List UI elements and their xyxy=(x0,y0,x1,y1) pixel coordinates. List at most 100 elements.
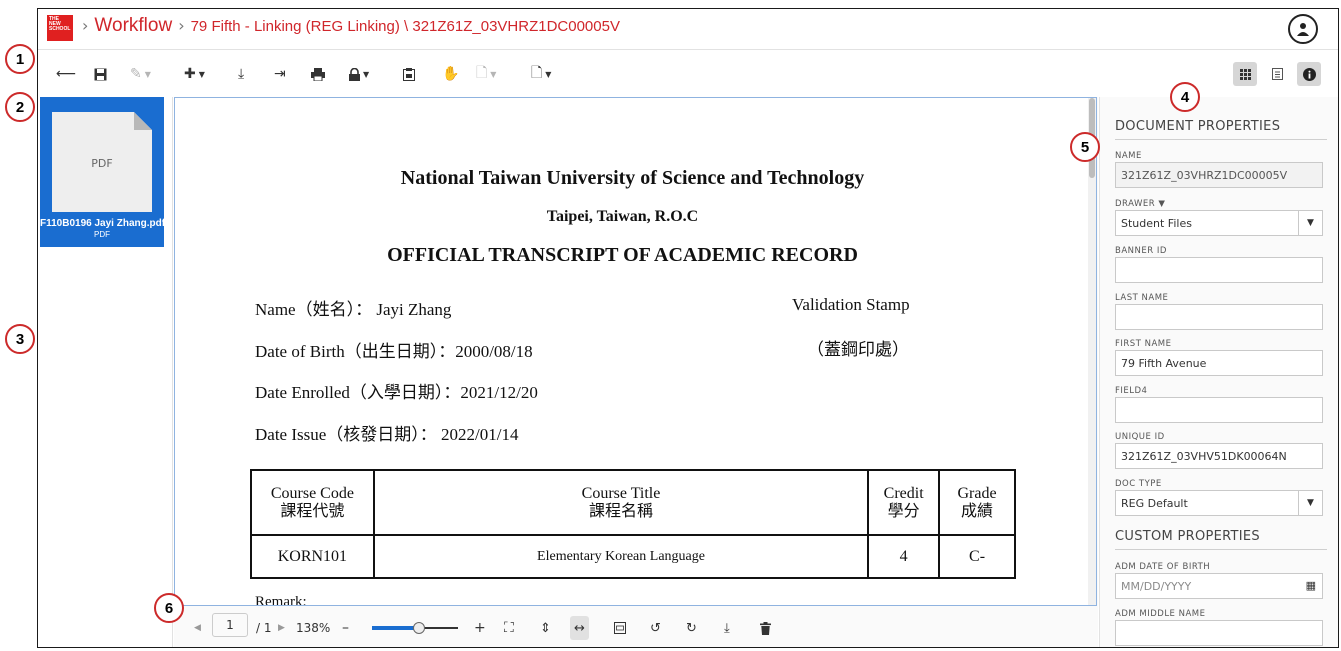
fit-page-icon[interactable]: ⛶ xyxy=(504,618,514,638)
header-bar: THE NEW SCHOOL › Workflow › 79 Fifth - L… xyxy=(38,9,1338,50)
thumbnail-panel: PDF F110B0196 Jayi Zhang.pdf PDF xyxy=(38,97,173,647)
adm-middle-name-label: ADM MIDDLE NAME xyxy=(1115,609,1206,619)
thumbnail-page-label: PDF xyxy=(91,157,113,170)
date-of-birth-line: Date of Birth（出生日期）：2000/08/18 xyxy=(255,342,533,361)
thumbnail-file-type: PDF xyxy=(94,230,110,239)
breadcrumb-document-path: 79 Fifth - Linking (REG Linking) \ 321Z6… xyxy=(190,18,620,35)
document-page[interactable]: National Taiwan University of Science an… xyxy=(174,97,1097,606)
rotate-left-icon[interactable]: ↺ xyxy=(650,618,661,638)
drawer-label[interactable]: DRAWER ▼ xyxy=(1115,199,1165,209)
fit-height-icon[interactable]: ⇕ xyxy=(540,618,551,638)
prev-page-icon[interactable]: ◀ xyxy=(194,618,201,638)
chevron-right-icon: › xyxy=(178,16,185,35)
adm-date-of-birth-label: ADM DATE OF BIRTH xyxy=(1115,562,1211,572)
validation-stamp-label-zh: （蓋鋼印處） xyxy=(807,340,909,359)
thumbnail-file-name: F110B0196 Jayi Zhang.pdf xyxy=(40,218,166,229)
new-page-icon[interactable]: 🗋 ▼ xyxy=(531,64,551,84)
university-name: National Taiwan University of Science an… xyxy=(400,167,865,189)
calendar-icon[interactable]: ▦ xyxy=(1306,579,1316,592)
zoom-slider[interactable] xyxy=(372,622,458,634)
properties-panel: DOCUMENT PROPERTIES NAME 321Z61Z_03VHRZ1… xyxy=(1099,97,1338,647)
app-window: THE NEW SCHOOL › Workflow › 79 Fifth - L… xyxy=(37,8,1339,648)
drawer-select[interactable]: Student Files ▼ xyxy=(1115,210,1323,236)
save-icon[interactable] xyxy=(94,64,107,84)
last-name-field[interactable] xyxy=(1115,304,1323,330)
doc-type-select[interactable]: REG Default ▼ xyxy=(1115,490,1323,516)
zoom-out-button[interactable]: – xyxy=(342,618,349,638)
caret-down-icon: ▼ xyxy=(1158,199,1166,209)
print-icon[interactable] xyxy=(311,64,325,84)
rotate-right-icon[interactable]: ↻ xyxy=(686,618,697,638)
callout-3: 3 xyxy=(5,324,35,354)
actual-size-icon[interactable] xyxy=(614,618,626,638)
banner-id-field[interactable] xyxy=(1115,257,1323,283)
callout-4: 4 xyxy=(1170,82,1200,112)
delete-icon[interactable] xyxy=(760,618,771,638)
unique-id-field[interactable]: 321Z61Z_03VHV51DK00064N xyxy=(1115,443,1323,469)
first-name-label: FIRST NAME xyxy=(1115,339,1172,349)
edit-icon[interactable]: ✎ ▼ xyxy=(130,64,151,84)
lock-icon[interactable]: ▼ xyxy=(349,64,369,84)
field4-field[interactable] xyxy=(1115,397,1323,423)
table-cell: Elementary Korean Language xyxy=(372,534,870,579)
page-insert-icon[interactable]: 🗋 ▼ xyxy=(476,64,496,84)
breadcrumb-workflow[interactable]: Workflow xyxy=(94,15,172,37)
export-icon[interactable]: ⇥ xyxy=(274,64,286,84)
document-toolbar: ⟵ ✎ ▼ ✚ ▼ ⤓ ⇥ ▼ ✋ 🗋 ▼ 🗋 ▼ xyxy=(38,51,1338,97)
download-icon[interactable]: ⤓ xyxy=(238,64,244,84)
page-number-input[interactable]: 1 xyxy=(212,613,248,637)
column-header: Course Code 課程代號 xyxy=(250,469,375,536)
grid-view-icon[interactable] xyxy=(1233,62,1257,86)
date-enrolled-line: Date Enrolled（入學日期）：2021/12/20 xyxy=(255,383,538,402)
table-header-row: Course Code 課程代號 Course Title 課程名稱 Credit 學… xyxy=(250,469,1016,536)
callout-5: 5 xyxy=(1070,132,1100,162)
first-name-field[interactable]: 79 Fifth Avenue xyxy=(1115,350,1323,376)
last-name-label: LAST NAME xyxy=(1115,293,1169,303)
transcript-heading: OFFICIAL TRANSCRIPT OF ACADEMIC RECORD xyxy=(387,244,858,266)
breadcrumb: › Workflow › 79 Fifth - Linking (REG Lin… xyxy=(82,15,620,37)
dropdown-arrow-icon[interactable]: ▼ xyxy=(1298,491,1322,515)
back-arrow-icon[interactable]: ⟵ xyxy=(56,64,76,84)
next-page-icon[interactable]: ▶ xyxy=(278,618,285,638)
student-name-line: Name（姓名）： Jayi Zhang xyxy=(255,300,452,319)
table-cell: C- xyxy=(938,534,1016,579)
callout-2: 2 xyxy=(5,92,35,122)
zoom-slider-handle[interactable] xyxy=(413,622,426,634)
document-thumbnail[interactable]: PDF F110B0196 Jayi Zhang.pdf PDF xyxy=(40,97,166,247)
page-fold xyxy=(134,112,152,130)
info-icon[interactable] xyxy=(1297,62,1321,86)
custom-properties-heading: CUSTOM PROPERTIES xyxy=(1115,529,1327,550)
hand-pan-icon[interactable]: ✋ xyxy=(442,64,459,84)
callout-1: 1 xyxy=(5,44,35,74)
remark-label: Remark: xyxy=(255,594,307,606)
adm-middle-name-field[interactable] xyxy=(1115,620,1323,646)
pdf-page-icon: PDF xyxy=(52,112,152,212)
chevron-right-icon: › xyxy=(82,16,89,35)
adm-date-of-birth-field[interactable]: MM/DD/YYYY ▦ xyxy=(1115,573,1323,599)
banner-id-label: BANNER ID xyxy=(1115,246,1167,256)
add-icon[interactable]: ✚ ▼ xyxy=(184,64,205,84)
table-row: KORN101 Elementary Korean Language 4 C- xyxy=(250,534,1016,579)
column-header: Course Title 課程名稱 xyxy=(372,469,870,536)
download-page-icon[interactable]: ⤓ xyxy=(724,618,730,638)
list-view-icon[interactable] xyxy=(1265,62,1289,86)
university-location: Taipei, Taiwan, R.O.C xyxy=(546,208,699,225)
school-logo[interactable]: THE NEW SCHOOL xyxy=(47,15,73,41)
column-header: Credit 學分 xyxy=(867,469,941,536)
zoom-level: 138% xyxy=(296,621,331,635)
fit-width-icon[interactable]: ↔ xyxy=(570,616,589,640)
zoom-in-button[interactable]: + xyxy=(474,618,486,638)
page-total: / 1 xyxy=(256,621,272,635)
document-properties-heading: DOCUMENT PROPERTIES xyxy=(1115,119,1327,140)
table-cell: 4 xyxy=(867,534,941,579)
name-label: NAME xyxy=(1115,151,1142,161)
dropdown-arrow-icon[interactable]: ▼ xyxy=(1298,211,1322,235)
unique-id-label: UNIQUE ID xyxy=(1115,432,1165,442)
field4-label: FIELD4 xyxy=(1115,386,1148,396)
document-viewer: National Taiwan University of Science an… xyxy=(174,97,1098,647)
clipboard-icon[interactable] xyxy=(403,64,415,84)
user-avatar-icon[interactable] xyxy=(1288,14,1318,44)
name-field: 321Z61Z_03VHRZ1DC00005V xyxy=(1115,162,1323,188)
viewer-controls: ◀ 1 / 1 ▶ 138% – + ⛶ ⇕ ↔ ↺ ↻ ⤓ xyxy=(174,606,1098,647)
date-issue-line: Date Issue（核發日期）： 2022/01/14 xyxy=(255,425,519,444)
